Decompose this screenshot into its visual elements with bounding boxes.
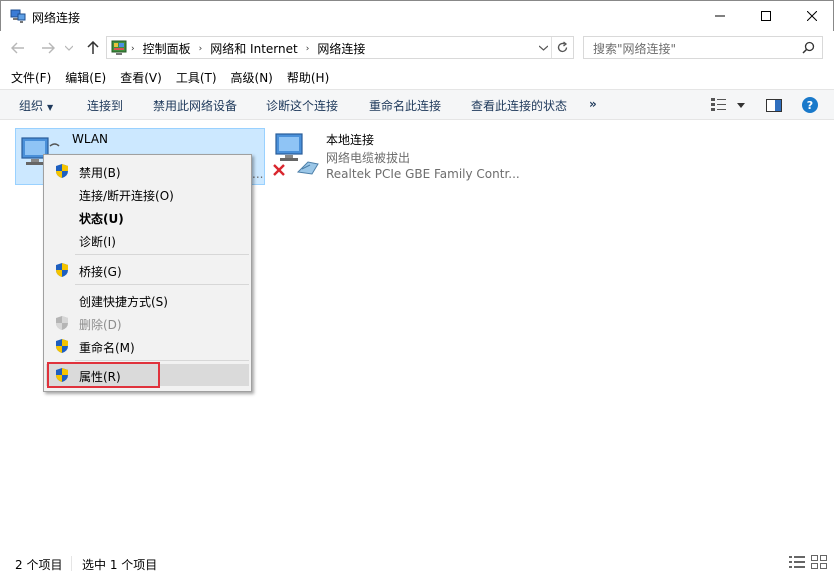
address-row: › 控制面板 › 网络和 Internet › 网络连接 搜索"网络连接" [0,31,834,65]
title-bar: 网络连接 [0,0,834,31]
recent-locations-button[interactable] [63,39,75,57]
menu-advanced[interactable]: 高级(N) [224,67,280,88]
connect-to-button[interactable]: 连接到 [87,97,123,114]
uac-shield-icon [54,163,70,179]
organize-label: 组织 [19,99,44,113]
ctx-status[interactable]: 状态(U) [46,206,249,228]
ctx-rename-label: 重命名(M) [79,341,135,355]
view-status-button[interactable]: 查看此连接的状态 [471,97,567,114]
connection-item-local[interactable]: 本地连接 网络电缆被拔出 Realtek PCIe GBE Family Con… [270,128,530,185]
diagnose-button[interactable]: 诊断这个连接 [266,97,338,114]
ctx-connect-disconnect-label: 连接/断开连接(O) [79,189,174,203]
preview-pane-icon [766,98,782,112]
caret-down-icon [737,102,745,108]
ctx-disable[interactable]: 禁用(B) [46,160,249,182]
refresh-button[interactable] [551,37,573,58]
address-bar[interactable]: › 控制面板 › 网络和 Internet › 网络连接 [106,36,574,59]
caret-down-icon: ▼ [47,103,54,112]
menu-separator [75,360,249,361]
uac-shield-icon [54,338,70,354]
ctx-delete-label: 删除(D) [79,318,122,332]
large-icons-view-toggle[interactable] [811,555,827,571]
refresh-icon [557,41,568,53]
crumb-network-internet[interactable]: 网络和 Internet [210,40,297,57]
connection-name: 本地连接 [326,133,375,147]
organize-button[interactable]: 组织 ▼ [19,97,53,114]
ctx-bridge-label: 桥接(G) [79,265,122,279]
connection-adapter: Realtek PCIe GBE Family Contr... [326,167,520,181]
details-view-icon [711,98,726,111]
connection-detail: ... [252,167,264,181]
search-placeholder: 搜索"网络连接" [593,42,677,56]
ctx-diagnose[interactable]: 诊断(I) [46,229,249,251]
network-connections-icon [10,8,26,24]
more-commands-button[interactable]: » [589,97,597,111]
ctx-rename[interactable]: 重命名(M) [46,335,249,357]
ctx-diagnose-label: 诊断(I) [79,235,116,249]
menu-separator [75,284,249,285]
crumb-control-panel[interactable]: 控制面板 [143,40,191,57]
chevron-right-icon[interactable]: › [131,44,135,54]
crumb-network-connections[interactable]: 网络连接 [317,40,365,57]
arrow-up-icon [87,41,99,54]
help-icon: ? [802,97,818,113]
ctx-status-label: 状态(U) [79,212,124,226]
address-dropdown-button[interactable] [535,39,551,56]
view-options-dropdown[interactable] [737,96,745,114]
ctx-bridge[interactable]: 桥接(G) [46,259,249,281]
minimize-button[interactable] [697,1,743,31]
ctx-create-shortcut-label: 创建快捷方式(S) [79,295,168,309]
uac-shield-icon [54,315,70,331]
chevron-right-icon[interactable]: › [199,44,203,54]
status-bar: 2 个项目 选中 1 个项目 [0,550,834,576]
details-view-toggle[interactable] [789,555,805,571]
chevron-down-icon [538,45,548,51]
ctx-create-shortcut[interactable]: 创建快捷方式(S) [46,289,249,311]
menu-edit[interactable]: 编辑(E) [58,67,113,88]
up-button[interactable] [84,39,102,57]
breadcrumb: › 控制面板 › 网络和 Internet › 网络连接 [131,40,365,57]
search-box[interactable]: 搜索"网络连接" [583,36,823,59]
menu-tools[interactable]: 工具(T) [169,67,224,88]
menu-file[interactable]: 文件(F) [4,67,58,88]
ctx-disable-label: 禁用(B) [79,166,121,180]
menu-bar: 文件(F) 编辑(E) 查看(V) 工具(T) 高级(N) 帮助(H) [0,67,834,88]
menu-view[interactable]: 查看(V) [113,67,169,88]
arrow-right-icon [42,42,55,54]
menu-help[interactable]: 帮助(H) [280,67,336,88]
maximize-button[interactable] [743,1,789,31]
preview-pane-button[interactable] [766,96,782,114]
large-icons-view-icon [811,555,827,569]
item-count: 2 个项目 [15,558,63,572]
forward-button[interactable] [39,39,57,57]
highlight-annotation [47,362,160,388]
uac-shield-icon [54,262,70,278]
window-title: 网络连接 [32,11,81,25]
disable-device-button[interactable]: 禁用此网络设备 [153,97,237,114]
back-button[interactable] [9,39,27,57]
disconnected-x-icon [272,163,286,177]
close-button[interactable] [789,1,834,31]
rename-button[interactable]: 重命名此连接 [369,97,441,114]
svg-text:?: ? [807,99,813,112]
chevron-down-icon [65,45,73,51]
details-view-icon [789,556,805,568]
arrow-left-icon [11,42,24,54]
selected-count: 选中 1 个项目 [82,558,158,572]
chevron-right-icon[interactable]: › [306,44,310,54]
command-bar: 组织 ▼ 连接到 禁用此网络设备 诊断这个连接 重命名此连接 查看此连接的状态 »… [0,89,834,120]
connection-name: WLAN [72,132,109,146]
ctx-connect-disconnect[interactable]: 连接/断开连接(O) [46,183,249,205]
control-panel-icon [111,40,127,56]
change-view-button[interactable] [711,96,727,114]
search-icon[interactable] [802,41,815,54]
connection-status: 网络电缆被拔出 [326,151,411,165]
help-button[interactable]: ? [802,96,818,114]
ctx-delete[interactable]: 删除(D) [46,312,249,334]
menu-separator [75,254,249,255]
status-divider [71,556,72,571]
context-menu: 禁用(B) 连接/断开连接(O) 状态(U) 诊断(I) 桥接(G) 创建快捷方… [43,154,252,392]
